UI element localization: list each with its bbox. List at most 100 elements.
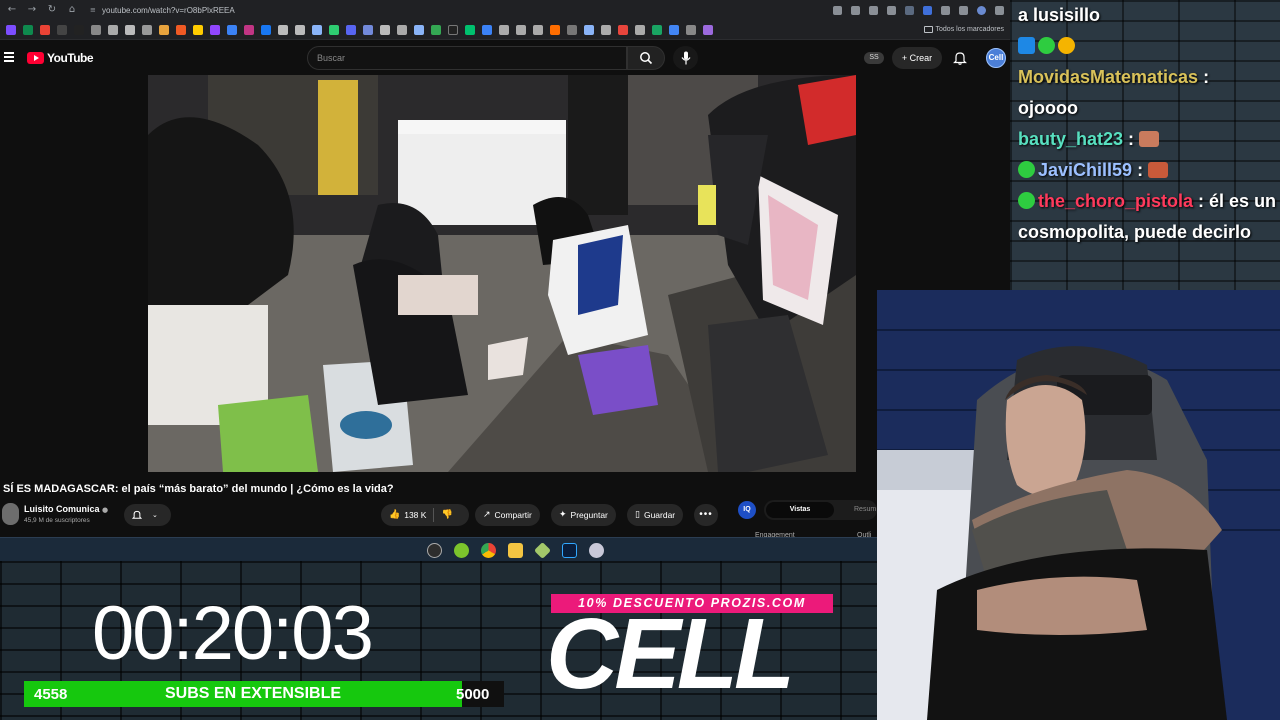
extension-icon[interactable] (923, 5, 932, 15)
folder-icon (923, 26, 933, 33)
share-button[interactable]: ↗ Compartir (475, 504, 540, 526)
bookmark-icon[interactable] (669, 24, 679, 35)
bookmark-icon[interactable] (108, 24, 118, 35)
bookmark-icon[interactable] (397, 24, 407, 35)
bookmark-icon[interactable] (652, 24, 662, 35)
instagram-icon[interactable] (244, 24, 254, 35)
discord-icon[interactable] (346, 24, 356, 35)
address-bar[interactable]: ≡ youtube.com/watch?v=rO8bPlxREEA (86, 3, 239, 17)
site-info-icon[interactable]: ≡ (90, 6, 98, 14)
bookmark-icon[interactable] (533, 24, 543, 35)
reload-icon[interactable]: ↻ (46, 4, 58, 16)
bookmark-icon[interactable] (6, 24, 16, 35)
bookmark-icon[interactable] (635, 24, 645, 35)
save-button[interactable]: ▯ Guardar (627, 504, 684, 526)
cast-icon[interactable] (851, 5, 860, 15)
share-page-icon[interactable] (869, 5, 878, 15)
create-button[interactable]: + Crear (892, 47, 942, 69)
bookmark-icon[interactable] (567, 24, 577, 35)
bookmark-icon[interactable] (380, 24, 390, 35)
video-title: SÍ ES MADAGASCAR: el país “más barato” d… (3, 483, 394, 495)
bookmark-icon[interactable] (618, 24, 628, 35)
zoom-icon[interactable] (833, 5, 842, 15)
bookmark-icon[interactable] (91, 24, 101, 35)
subscription-bell-button[interactable]: ⌄ (124, 504, 171, 526)
file-explorer-icon[interactable] (508, 543, 523, 558)
photoshop-icon[interactable] (562, 543, 577, 558)
video-player[interactable] (148, 75, 856, 472)
bookmark-icon[interactable] (329, 24, 339, 35)
search-button[interactable] (627, 46, 665, 70)
bookmark-icon[interactable] (686, 24, 696, 35)
emote-icon (1148, 162, 1169, 178)
gmail-icon[interactable] (40, 24, 50, 35)
chat-app-icon[interactable] (454, 543, 469, 558)
bookmark-icon[interactable] (176, 24, 186, 35)
search-input[interactable]: Buscar (307, 46, 627, 70)
sidebar-icon[interactable] (959, 5, 968, 15)
obs-icon[interactable] (427, 543, 442, 558)
bookmark-icon[interactable] (431, 24, 441, 35)
bookmark-icon[interactable] (193, 24, 203, 35)
bookmark-icon[interactable] (227, 24, 237, 35)
menu-icon[interactable] (4, 52, 14, 62)
account-avatar[interactable]: Cell (986, 48, 1006, 68)
bookmark-icon[interactable] (159, 24, 169, 35)
star-icon[interactable] (887, 5, 896, 15)
like-count[interactable]: 138 K (404, 504, 426, 526)
panel-tabs: Vistas Resum (764, 500, 877, 520)
home-icon[interactable]: ⌂ (66, 4, 78, 16)
bookmark-icon[interactable] (414, 24, 424, 35)
bookmark-icon[interactable] (295, 24, 305, 35)
back-icon[interactable]: ← (6, 4, 18, 16)
notifications-button[interactable] (953, 51, 967, 65)
chrome-icon[interactable] (481, 543, 496, 558)
bookmark-icon[interactable] (703, 24, 713, 35)
extension-icon[interactable] (905, 5, 914, 15)
channel-name[interactable]: Luisito Comunica ● (24, 504, 108, 514)
bookmark-icon[interactable] (278, 24, 288, 35)
bookmark-icon[interactable] (516, 24, 526, 35)
badge-icon (1038, 37, 1055, 54)
badge-icon (1058, 37, 1075, 54)
bookmark-icon[interactable] (601, 24, 611, 35)
voice-search-button[interactable] (673, 46, 698, 70)
bookmark-icon[interactable] (23, 24, 33, 35)
menu-icon[interactable] (995, 5, 1004, 15)
badge-icon (1018, 37, 1035, 54)
bookmark-icon[interactable] (125, 24, 135, 35)
twitch-icon[interactable] (210, 24, 220, 35)
bookmark-icon[interactable] (142, 24, 152, 35)
more-actions-button[interactable]: ••• (694, 504, 718, 526)
dislike-icon[interactable]: 👎 (441, 504, 452, 526)
bookmark-icon[interactable] (312, 24, 322, 35)
youtube-header: YouTube Buscar SS + Crear Cell (0, 41, 1010, 75)
ask-button[interactable]: ✦ Preguntar (551, 504, 616, 526)
like-icon[interactable]: 👍 (389, 504, 400, 526)
iq-extension-logo[interactable]: IQ (738, 501, 756, 519)
bookmark-icon[interactable] (448, 24, 458, 35)
x-icon[interactable] (57, 24, 67, 35)
app-icon[interactable] (589, 543, 604, 558)
bookmark-icon[interactable] (482, 24, 492, 35)
subs-goal: 5000 (456, 686, 490, 703)
puzzle-icon[interactable] (941, 5, 950, 15)
forward-icon[interactable]: → (26, 4, 38, 16)
tiktok-icon[interactable] (74, 24, 84, 35)
app-icon[interactable] (534, 542, 551, 559)
youtube-logo[interactable]: YouTube (27, 51, 94, 65)
bookmark-icon[interactable] (363, 24, 373, 35)
tab-resumen[interactable]: Resum (854, 500, 876, 520)
bookmark-icon[interactable] (499, 24, 509, 35)
channel-avatar[interactable] (2, 503, 19, 525)
profile-icon[interactable] (977, 5, 986, 15)
bookmark-icon[interactable] (465, 24, 475, 35)
all-bookmarks[interactable]: Todos los marcadores (923, 26, 1004, 33)
bookmark-icon[interactable] (550, 24, 560, 35)
chat-message-text: ojoooo (1018, 98, 1078, 118)
tab-vistas[interactable]: Vistas (766, 502, 834, 518)
browser-toolbar: ← → ↻ ⌂ ≡ youtube.com/watch?v=rO8bPlxREE… (0, 0, 1010, 20)
bookmark-icon[interactable] (584, 24, 594, 35)
facebook-icon[interactable] (261, 24, 271, 35)
extension-badge[interactable]: SS (864, 52, 884, 64)
